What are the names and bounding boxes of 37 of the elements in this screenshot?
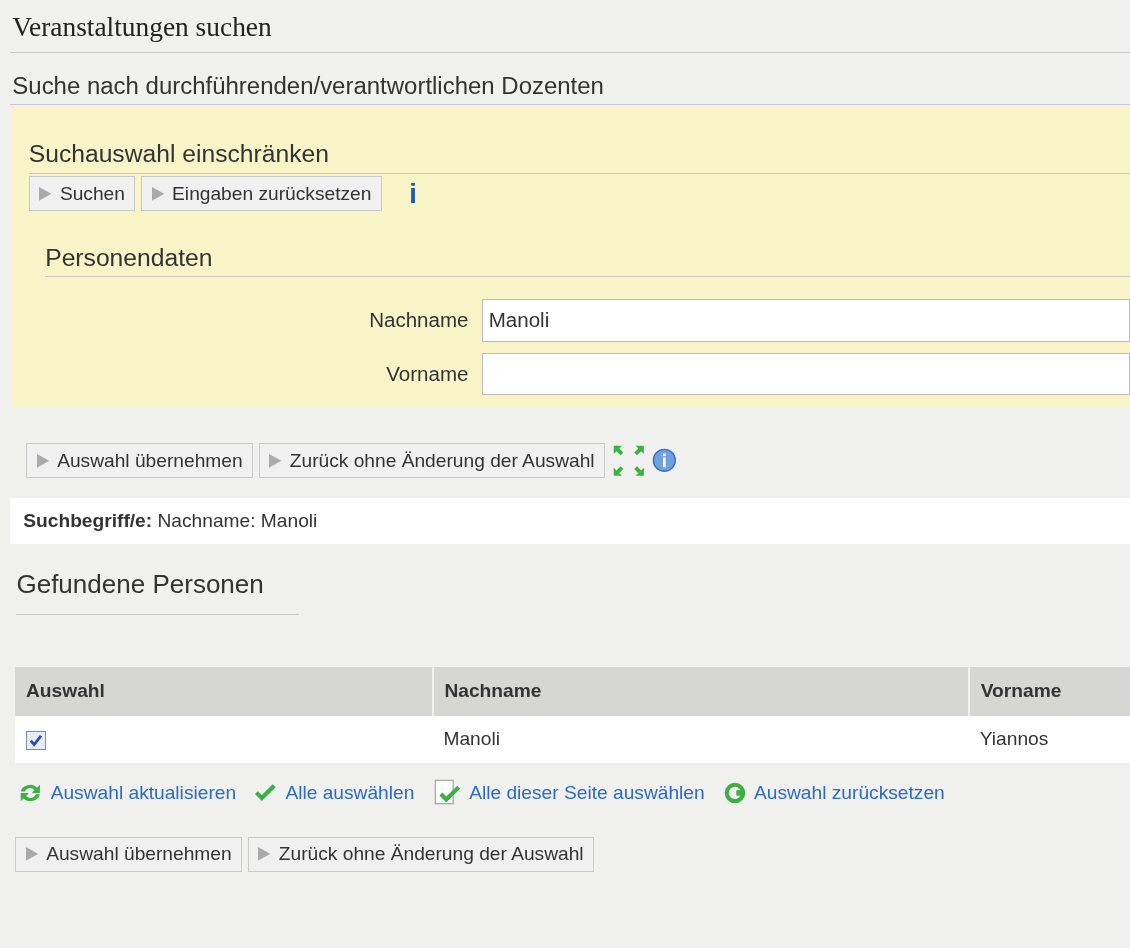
action-button[interactable]: Zurück ohne Änderung der Auswahl [247, 836, 595, 872]
column-header: Auswahl [15, 666, 433, 717]
triangle-icon [39, 186, 52, 201]
fieldset-title: Personendaten [45, 244, 1130, 278]
table-cell: Manoli [432, 716, 969, 763]
link[interactable]: Auswahl zurücksetzen [723, 779, 945, 807]
triangle-icon [36, 453, 49, 468]
action-button[interactable]: Zurück ohne Änderung der Auswahl [258, 443, 606, 479]
input-field[interactable] [482, 352, 1130, 395]
checkbox[interactable] [26, 730, 46, 751]
search-terms: Suchbegriff/e: Nachname: Manoli [23, 510, 318, 532]
info-icon[interactable] [651, 448, 677, 474]
table-cell: Yiannos [968, 716, 1130, 763]
panel-title: Suchauswahl einschränken [28, 140, 1130, 174]
triangle-icon [258, 847, 271, 862]
link[interactable]: Auswahl aktualisieren [17, 779, 237, 807]
field-label: Nachname [368, 308, 470, 333]
page-title: Veranstaltungen suchen [9, 12, 1130, 53]
action-button[interactable]: Suchen [28, 176, 136, 212]
section-title: Suche nach durchführenden/verantwortlichen Dozenten [9, 52, 1130, 105]
reset-icon [723, 781, 746, 804]
triangle-icon [151, 186, 164, 201]
field-label: Vorname [385, 361, 470, 386]
checkmark-icon [255, 783, 278, 803]
link[interactable]: Alle auswählen [255, 779, 415, 807]
results-title: Gefundene Personen [16, 569, 299, 615]
input-field[interactable]: Manoli [482, 299, 1130, 342]
triangle-icon [25, 847, 38, 862]
page-check-icon [433, 779, 461, 807]
action-button[interactable]: Auswahl übernehmen [15, 836, 243, 872]
action-button[interactable]: Auswahl übernehmen [26, 443, 254, 479]
triangle-icon [269, 453, 282, 468]
info-link[interactable]: i [409, 177, 417, 210]
column-header: Nachname [432, 666, 969, 717]
link[interactable]: Alle dieser Seite auswählen [433, 779, 705, 807]
column-header: Vorname [968, 666, 1130, 717]
action-button[interactable]: Eingaben zurücksetzen [140, 176, 382, 212]
